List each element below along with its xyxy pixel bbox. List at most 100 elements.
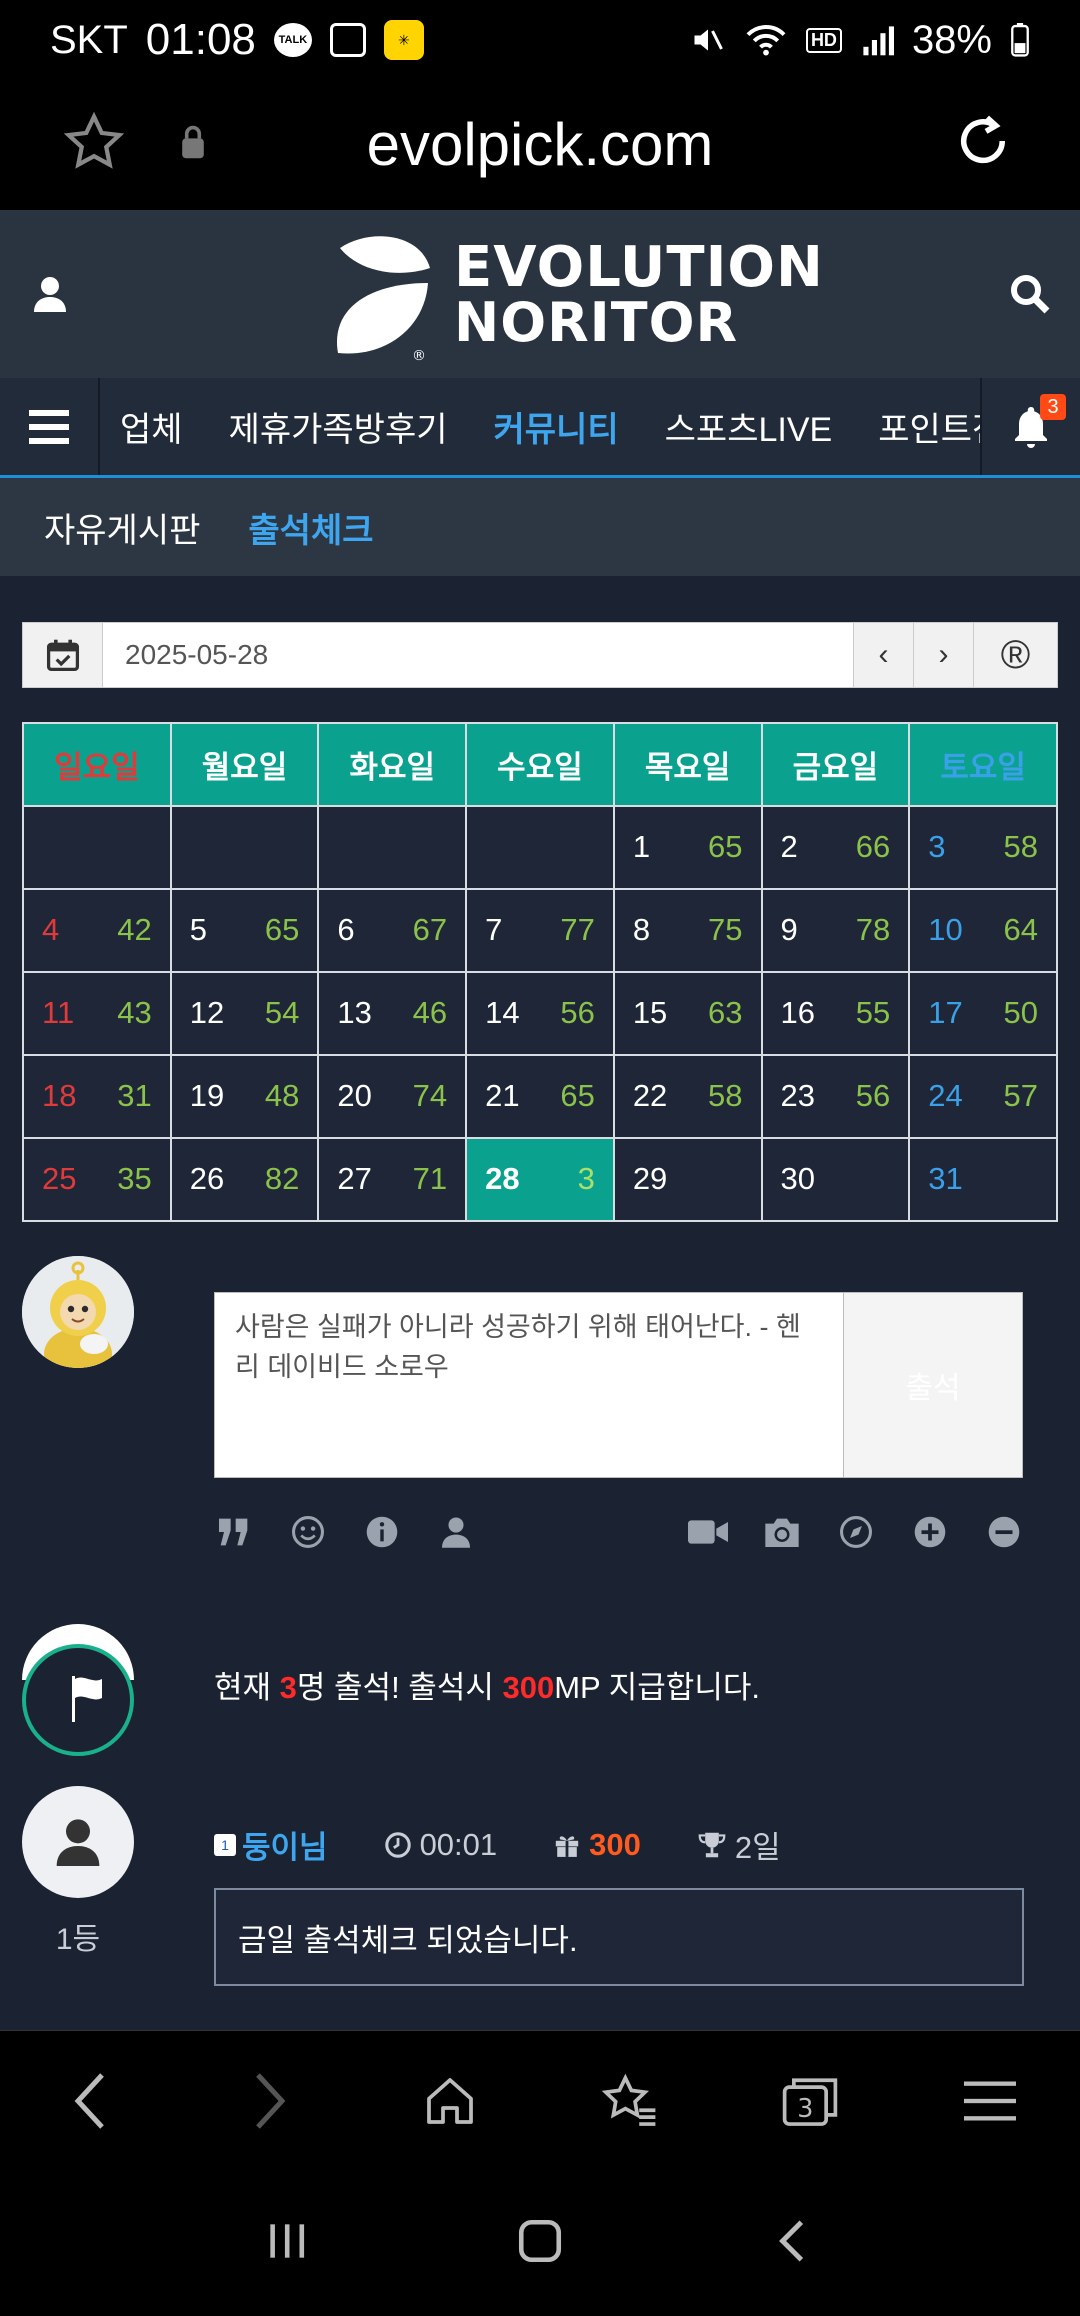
- entry-username[interactable]: 둥이님: [242, 1822, 328, 1867]
- calendar-day-3[interactable]: 3 58: [908, 805, 1058, 890]
- battery-percent: 38%: [911, 17, 992, 62]
- notifications-button[interactable]: 3: [980, 378, 1080, 475]
- quote-icon[interactable]: [214, 1512, 254, 1552]
- nav-item-points[interactable]: 포인트전: [878, 402, 980, 451]
- attendance-count: 65: [264, 912, 300, 947]
- day-number: 11: [42, 995, 75, 1030]
- day-number: 24: [928, 1078, 963, 1113]
- calendar-day-11[interactable]: 11 43: [22, 971, 172, 1056]
- calendar-day-5[interactable]: 5 65: [169, 888, 320, 973]
- calendar-day-13[interactable]: 13 46: [317, 971, 468, 1056]
- calendar-day-21[interactable]: 21 65: [465, 1054, 615, 1139]
- recent-apps-icon[interactable]: [262, 2216, 312, 2271]
- calendar-day-9[interactable]: 9 78: [760, 888, 911, 973]
- nav-item-sports-live[interactable]: 스포츠LIVE: [665, 402, 833, 451]
- system-back-icon[interactable]: [768, 2216, 818, 2271]
- calendar-day-23[interactable]: 23 56: [760, 1054, 911, 1139]
- calendar-day-20[interactable]: 20 74: [317, 1054, 468, 1139]
- menu-icon[interactable]: [950, 2061, 1030, 2141]
- attendance-count: 71: [412, 1161, 448, 1196]
- calendar-day-27[interactable]: 27 71: [317, 1137, 468, 1222]
- status-bar: SKT 01:08 TALK ✳ HD 38%: [0, 0, 1080, 80]
- attendance-count: 82: [264, 1161, 300, 1196]
- calendar-day-26[interactable]: 26 82: [169, 1137, 320, 1222]
- calendar-day-4[interactable]: 4 42: [22, 888, 172, 973]
- calendar-day-16[interactable]: 16 55: [760, 971, 911, 1056]
- calendar-week-row: 25 35 26 82 27 71 28 3 29 30 31: [22, 1137, 1058, 1222]
- day-number: 21: [485, 1078, 520, 1113]
- calendar-day-29[interactable]: 29: [612, 1137, 763, 1222]
- comment-textarea[interactable]: 사람은 실패가 아니라 성공하기 위해 태어난다. - 헨리 데이비드 소로우: [214, 1292, 844, 1478]
- calendar-button[interactable]: [23, 623, 103, 687]
- calendar-header-row: 일요일 월요일 화요일 수요일 목요일 금요일 토요일: [22, 722, 1058, 807]
- signal-icon: [863, 26, 894, 56]
- calendar-day-30[interactable]: 30: [760, 1137, 911, 1222]
- attendance-count: 35: [117, 1161, 152, 1196]
- calendar-day-8[interactable]: 8 75: [612, 888, 763, 973]
- browser-url-bar: evolpick.com: [0, 80, 1080, 210]
- calendar-day-24[interactable]: 24 57: [908, 1054, 1058, 1139]
- calendar-day-18[interactable]: 18 31: [22, 1054, 172, 1139]
- calendar-day-22[interactable]: 22 58: [612, 1054, 763, 1139]
- calendar-day-14[interactable]: 14 56: [465, 971, 615, 1056]
- site-logo[interactable]: ® EVOLUTION NORITOR: [330, 228, 824, 362]
- wifi-icon: [746, 25, 786, 56]
- reload-icon[interactable]: [950, 108, 1016, 174]
- subnav-free-board[interactable]: 자유게시판: [44, 503, 200, 552]
- attendance-count: 57: [1003, 1078, 1038, 1113]
- video-icon[interactable]: [688, 1512, 728, 1552]
- attendance-submit-button[interactable]: 출석: [843, 1292, 1023, 1478]
- day-number: 18: [42, 1078, 77, 1113]
- attendance-count: 3: [577, 1161, 595, 1196]
- attendance-count: 55: [855, 995, 891, 1030]
- calendar-day-1[interactable]: 1 65: [612, 805, 763, 890]
- day-number: 13: [337, 995, 372, 1030]
- back-icon[interactable]: [50, 2061, 130, 2141]
- bookmarks-icon[interactable]: [590, 2061, 670, 2141]
- next-month-button[interactable]: ›: [913, 623, 973, 687]
- user-mention-icon[interactable]: [436, 1512, 476, 1552]
- subnav-attendance-check[interactable]: 출석체크: [248, 503, 373, 552]
- calendar-day-12[interactable]: 12 54: [169, 971, 320, 1056]
- reset-date-button[interactable]: ®: [973, 623, 1057, 687]
- attendance-count: 67: [412, 912, 448, 947]
- calendar-day-31[interactable]: 31: [908, 1137, 1058, 1222]
- notification-count-badge: 3: [1040, 394, 1066, 420]
- calendar-day-17[interactable]: 17 50: [908, 971, 1058, 1056]
- nav-item-partner-reviews[interactable]: 제휴가족방후기: [229, 402, 448, 451]
- calendar-day-15[interactable]: 15 63: [612, 971, 763, 1056]
- minus-circle-icon[interactable]: [984, 1512, 1024, 1552]
- info-icon[interactable]: [362, 1512, 402, 1552]
- logo-registered-mark: ®: [412, 348, 426, 362]
- attendance-count: 56: [855, 1078, 891, 1113]
- nav-item-community[interactable]: 커뮤니티: [494, 402, 619, 451]
- url-address[interactable]: evolpick.com: [0, 110, 1080, 179]
- forward-icon[interactable]: [230, 2061, 310, 2141]
- calendar-day-10[interactable]: 10 64: [908, 888, 1058, 973]
- entry-user-avatar[interactable]: [22, 1786, 134, 1898]
- system-home-icon[interactable]: [515, 2216, 565, 2271]
- calendar-day-28[interactable]: 28 3: [465, 1137, 615, 1222]
- home-icon[interactable]: [410, 2061, 490, 2141]
- calendar-check-icon: [46, 639, 79, 672]
- plus-circle-icon[interactable]: [910, 1512, 950, 1552]
- prev-month-button[interactable]: ‹: [853, 623, 913, 687]
- hamburger-menu-button[interactable]: [0, 378, 100, 475]
- camera-icon[interactable]: [762, 1512, 802, 1552]
- browser-bottom-bar: 3: [0, 2030, 1080, 2170]
- calendar-day-6[interactable]: 6 67: [317, 888, 468, 973]
- calendar-day-25[interactable]: 25 35: [22, 1137, 172, 1222]
- nav-item-companies[interactable]: 업체: [120, 402, 183, 451]
- search-icon[interactable]: [1010, 274, 1050, 314]
- calendar-day-7[interactable]: 7 77: [465, 888, 615, 973]
- tabs-icon[interactable]: 3: [770, 2061, 850, 2141]
- user-avatar-teletubby[interactable]: [22, 1256, 134, 1368]
- day-number: 19: [189, 1078, 225, 1113]
- user-icon[interactable]: [34, 276, 66, 312]
- calendar-day-19[interactable]: 19 48: [169, 1054, 320, 1139]
- compass-icon[interactable]: [836, 1512, 876, 1552]
- calendar-day-2[interactable]: 2 66: [760, 805, 911, 890]
- date-input[interactable]: 2025-05-28: [103, 623, 853, 687]
- attendance-count: 56: [560, 995, 595, 1030]
- emoticon-icon[interactable]: [288, 1512, 328, 1552]
